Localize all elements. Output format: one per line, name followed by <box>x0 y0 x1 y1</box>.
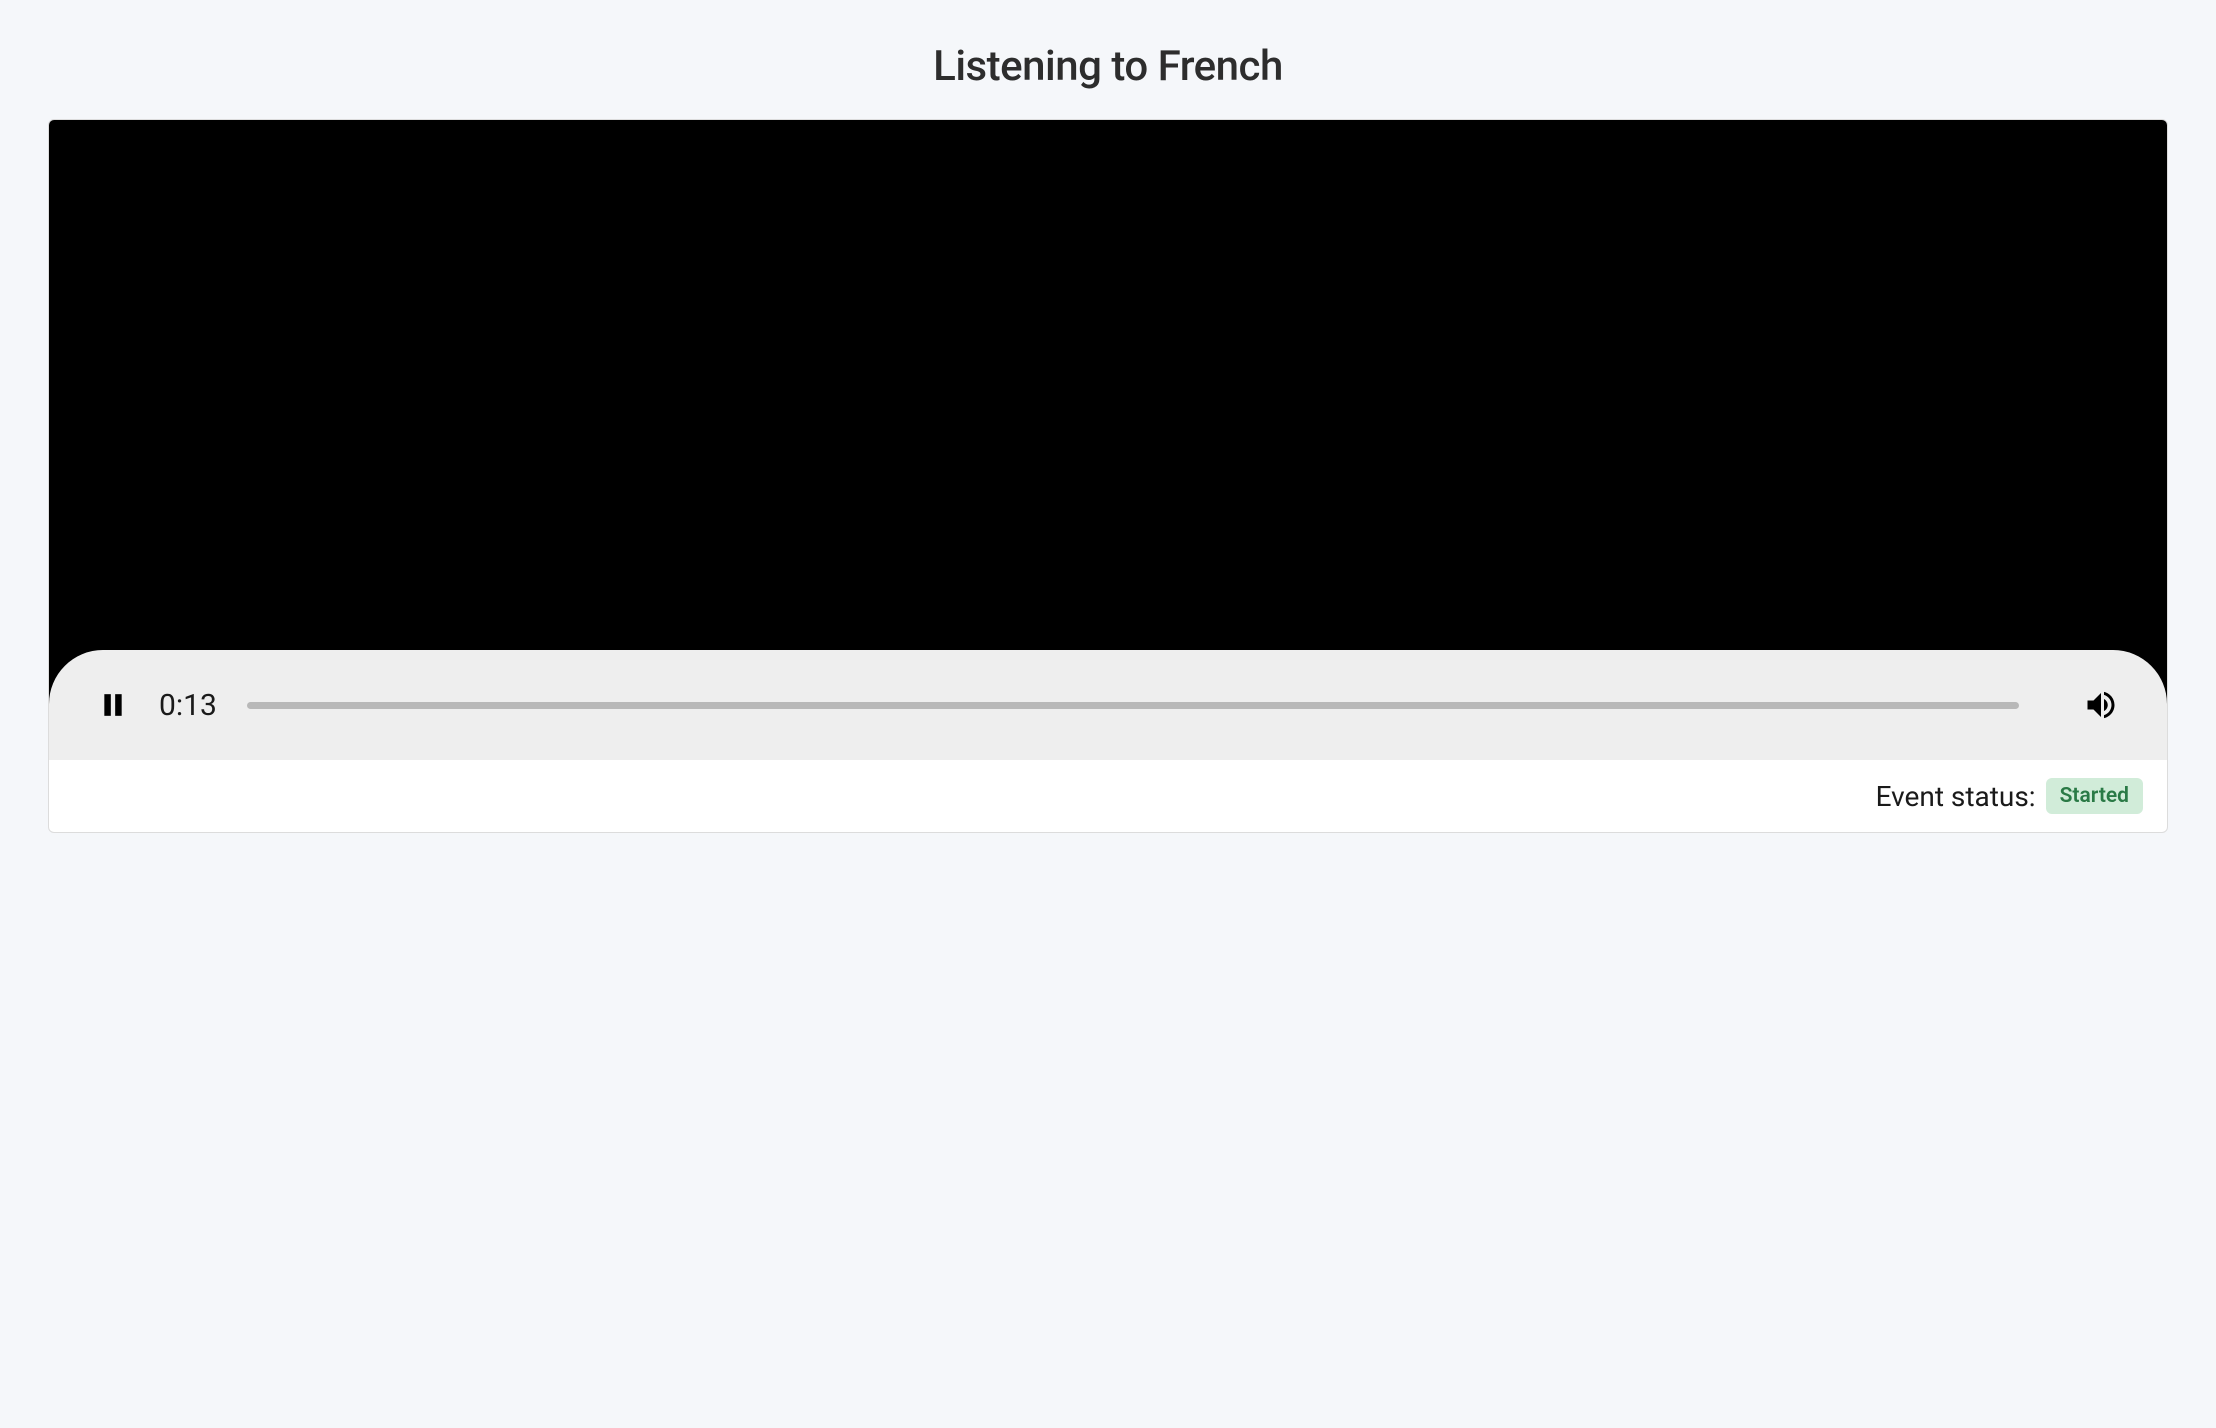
status-badge: Started <box>2046 778 2143 814</box>
volume-button[interactable] <box>2081 685 2121 725</box>
page-title: Listening to French <box>0 0 2216 119</box>
current-time-label: 0:13 <box>159 688 219 723</box>
player-controls: 0:13 <box>49 650 2167 760</box>
progress-slider[interactable] <box>247 702 2019 709</box>
media-card: 0:13 Event status: Started <box>48 119 2168 833</box>
volume-icon <box>2083 687 2119 723</box>
pause-button[interactable] <box>95 687 131 723</box>
status-label: Event status: <box>1876 780 2036 813</box>
pause-icon <box>100 690 126 720</box>
status-row: Event status: Started <box>49 760 2167 832</box>
video-canvas: 0:13 <box>49 120 2167 760</box>
